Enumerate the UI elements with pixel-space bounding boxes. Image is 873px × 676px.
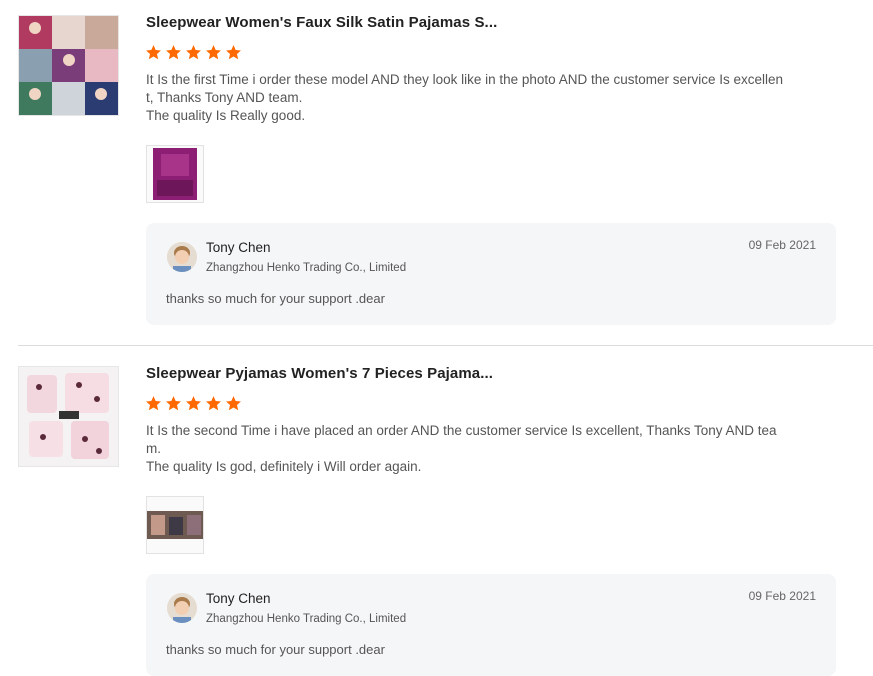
review-comment: It Is the second Time i have placed an o… (146, 422, 796, 476)
product-image (19, 367, 118, 466)
product-thumbnail[interactable] (18, 366, 119, 467)
avatar (167, 242, 197, 272)
star-icon (146, 45, 161, 60)
comment-line: The quality Is Really good. (146, 108, 306, 123)
product-title[interactable]: Sleepwear Women's Faux Silk Satin Pajama… (146, 14, 497, 31)
product-title[interactable]: Sleepwear Pyjamas Women's 7 Pieces Pajam… (146, 365, 493, 382)
star-icon (166, 396, 181, 411)
reply-text: thanks so much for your support .dear (166, 642, 385, 657)
review-photo-image (147, 497, 203, 553)
star-icon (206, 396, 221, 411)
avatar (167, 593, 197, 623)
product-image (19, 16, 118, 115)
comment-line: m. (146, 441, 161, 456)
reply-date: 09 Feb 2021 (748, 589, 816, 603)
review-photo[interactable] (146, 496, 204, 554)
seller-name: Tony Chen (206, 240, 271, 255)
comment-line: t, Thanks Tony AND team. (146, 90, 303, 105)
seller-reply: Tony Chen Zhangzhou Henko Trading Co., L… (146, 223, 836, 325)
seller-company: Zhangzhou Henko Trading Co., Limited (206, 613, 407, 625)
review-photo-image (147, 146, 203, 202)
seller-company: Zhangzhou Henko Trading Co., Limited (206, 262, 407, 274)
star-icon (226, 396, 241, 411)
seller-name: Tony Chen (206, 591, 271, 606)
star-icon (186, 45, 201, 60)
star-icon (226, 45, 241, 60)
avatar-image (167, 242, 197, 272)
star-icon (186, 396, 201, 411)
seller-reply: Tony Chen Zhangzhou Henko Trading Co., L… (146, 574, 836, 676)
comment-line: It Is the second Time i have placed an o… (146, 423, 777, 438)
reply-date: 09 Feb 2021 (748, 238, 816, 252)
product-thumbnail[interactable] (18, 15, 119, 116)
avatar-image (167, 593, 197, 623)
star-icon (146, 396, 161, 411)
comment-line: It Is the first Time i order these model… (146, 72, 784, 87)
review-comment: It Is the first Time i order these model… (146, 71, 796, 125)
reply-text: thanks so much for your support .dear (166, 291, 385, 306)
review-divider (18, 345, 873, 346)
star-rating (145, 395, 242, 412)
star-rating (145, 44, 242, 61)
comment-line: The quality Is god, definitely i Will or… (146, 459, 422, 474)
star-icon (166, 45, 181, 60)
star-icon (206, 45, 221, 60)
review-photo[interactable] (146, 145, 204, 203)
